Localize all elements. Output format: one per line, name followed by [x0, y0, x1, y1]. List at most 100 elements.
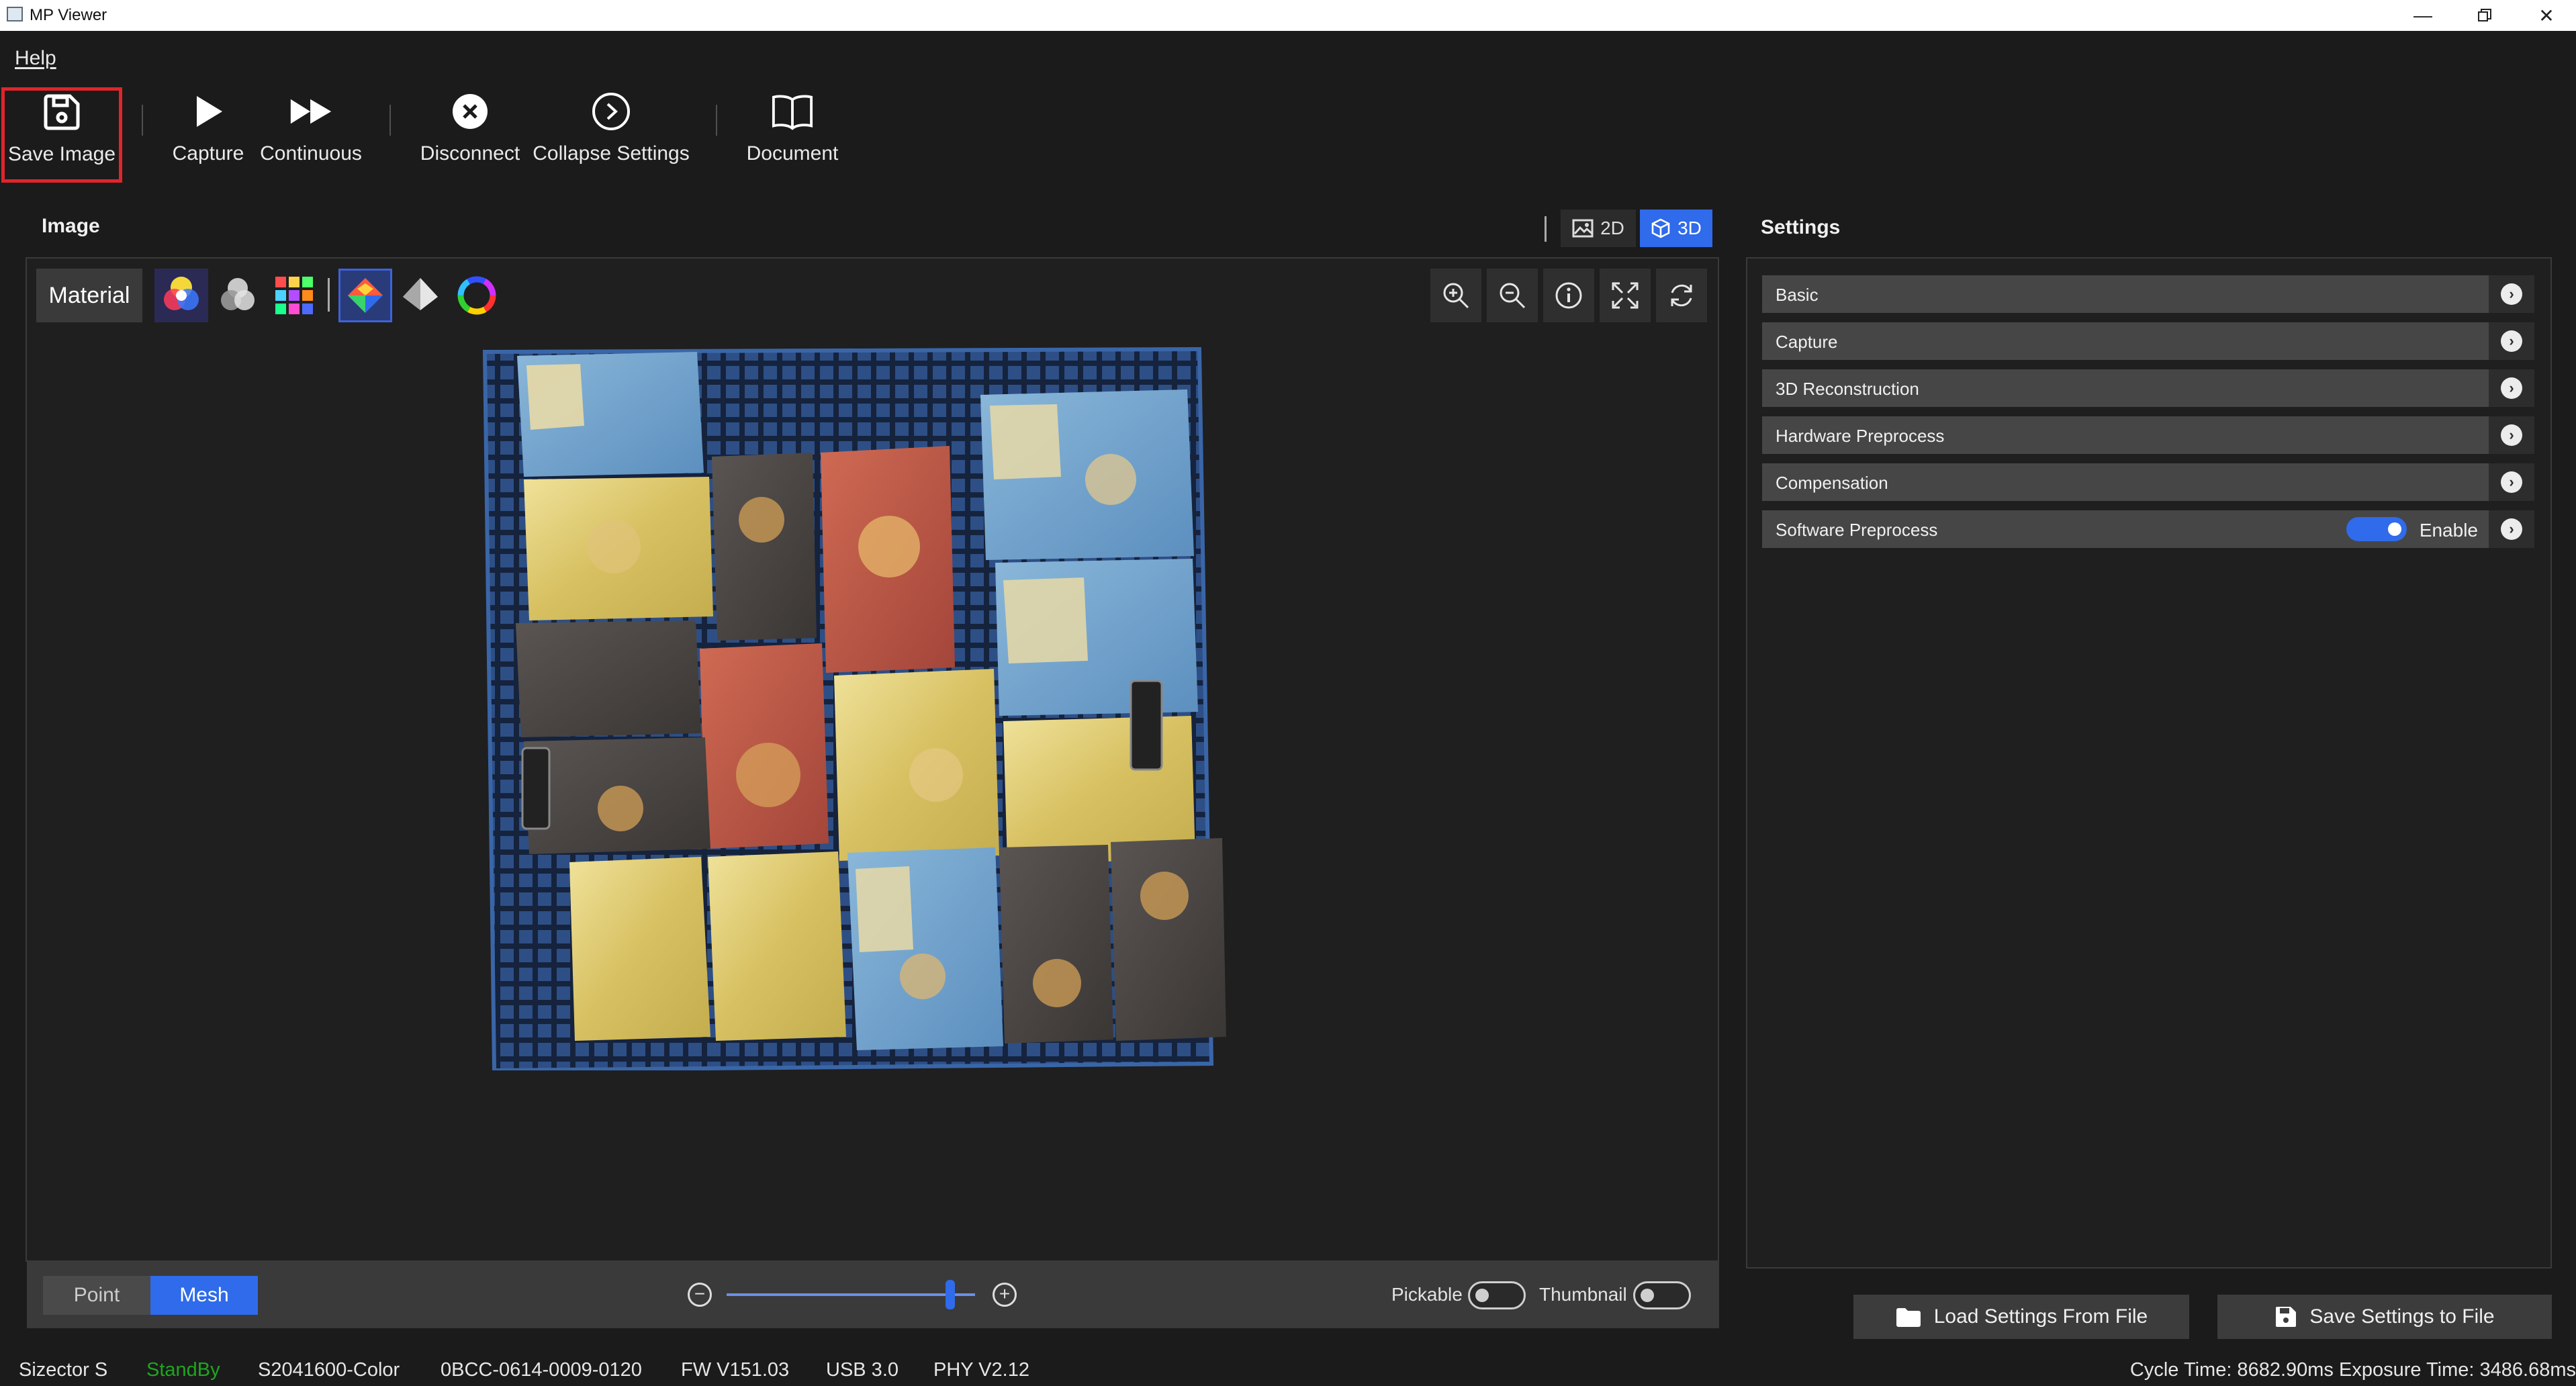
menu-bar: Help — [0, 31, 2576, 83]
reset-view-button[interactable] — [1656, 269, 1707, 322]
section-label: Compensation — [1776, 473, 1888, 493]
firmware-version: FW V151.03 — [681, 1359, 790, 1381]
chevron-right-icon: › — [2501, 471, 2522, 493]
status-bar: Sizector S StandBy S2041600-Color 0BCC-0… — [0, 1356, 2576, 1386]
image-icon — [1572, 219, 1594, 238]
settings-section-software-preprocess[interactable]: Software Preprocess Enable › — [1762, 510, 2534, 548]
expand-button[interactable]: › — [2489, 510, 2534, 548]
folder-icon — [1896, 1308, 1921, 1327]
material-button[interactable]: Material — [36, 269, 142, 322]
expand-button[interactable]: › — [2489, 322, 2534, 360]
disconnect-button[interactable]: Disconnect — [416, 90, 524, 184]
capture-button[interactable]: Capture — [169, 90, 247, 184]
device-model: S2041600-Color — [258, 1359, 400, 1381]
toolbar-divider — [142, 105, 143, 136]
point-size-slider[interactable] — [727, 1293, 975, 1296]
slider-plus-icon[interactable]: + — [993, 1283, 1017, 1307]
device-state: StandBy — [146, 1359, 220, 1381]
grayscale-mode-icon[interactable] — [211, 269, 265, 322]
load-settings-button[interactable]: Load Settings From File — [1853, 1295, 2189, 1339]
save-image-button[interactable]: Save Image — [1, 87, 122, 183]
thumbnail-toggle[interactable] — [1633, 1281, 1691, 1309]
zoom-out-icon — [1500, 283, 1526, 309]
app-icon — [7, 7, 23, 21]
settings-section-basic[interactable]: Basic › — [1762, 275, 2534, 313]
color-wheel-icon[interactable] — [450, 269, 504, 322]
toolbar-divider — [389, 105, 391, 136]
image-panel-title: Image — [42, 215, 100, 237]
main-toolbar: Save Image Capture Continuous Disconnect… — [0, 83, 2576, 184]
close-button[interactable]: ✕ — [2516, 0, 2576, 31]
timing-info: Cycle Time: 8682.90ms Exposure Time: 348… — [2129, 1359, 2576, 1381]
collapse-settings-label: Collapse Settings — [533, 142, 690, 165]
fit-view-button[interactable] — [1600, 269, 1651, 322]
shaded-mode-icon[interactable] — [394, 269, 447, 322]
enable-label: Enable — [2419, 520, 2478, 541]
texture-mode-icon[interactable] — [338, 269, 392, 322]
toolbar-divider — [716, 105, 717, 136]
chevron-right-icon: › — [2501, 283, 2522, 305]
color-mode-rgb-icon[interactable] — [154, 269, 208, 322]
color-grid-icon[interactable] — [267, 269, 321, 322]
settings-section-capture[interactable]: Capture › — [1762, 322, 2534, 360]
capture-label: Capture — [172, 142, 244, 165]
section-label: Basic — [1776, 285, 1819, 305]
expand-button[interactable]: › — [2489, 369, 2534, 407]
expand-button[interactable]: › — [2489, 463, 2534, 501]
continuous-button[interactable]: Continuous — [255, 90, 367, 184]
document-label: Document — [746, 142, 839, 165]
window-title: MP Viewer — [30, 6, 107, 24]
section-label: Hardware Preprocess — [1776, 426, 1945, 446]
settings-title: Settings — [1761, 216, 1841, 238]
view-3d-tab[interactable]: 3D — [1640, 210, 1712, 247]
load-settings-label: Load Settings From File — [1933, 1305, 2148, 1328]
info-button[interactable] — [1543, 269, 1594, 322]
settings-section-hardware-preprocess[interactable]: Hardware Preprocess › — [1762, 416, 2534, 454]
view-divider — [1545, 216, 1547, 242]
expand-icon — [1612, 282, 1639, 309]
save-settings-label: Save Settings to File — [2309, 1305, 2495, 1328]
minimize-button[interactable]: — — [2392, 0, 2454, 31]
section-label: 3D Reconstruction — [1776, 379, 1919, 399]
continuous-label: Continuous — [260, 142, 362, 165]
mesh-mode-button[interactable]: Mesh — [150, 1276, 258, 1315]
cube-icon — [1651, 218, 1670, 238]
expand-button[interactable]: › — [2489, 416, 2534, 454]
device-serial: 0BCC-0614-0009-0120 — [441, 1359, 642, 1381]
usb-version: USB 3.0 — [826, 1359, 899, 1381]
chevron-right-icon: › — [2501, 424, 2522, 446]
chevron-right-icon: › — [2501, 377, 2522, 399]
restore-button[interactable] — [2454, 0, 2516, 31]
view-3d-label: 3D — [1677, 218, 1702, 238]
document-button[interactable]: Document — [739, 90, 846, 184]
book-icon — [771, 90, 814, 133]
play-icon — [187, 90, 230, 133]
settings-panel — [1746, 257, 2552, 1268]
section-label: Software Preprocess — [1776, 520, 1938, 540]
save-icon — [40, 91, 83, 134]
save-icon — [2276, 1307, 2297, 1327]
pickable-label: Pickable — [1391, 1284, 1463, 1305]
save-image-label: Save Image — [7, 143, 116, 165]
chevron-right-icon: › — [2501, 518, 2522, 540]
title-bar: MP Viewer — ✕ — [0, 0, 2576, 31]
info-icon — [1555, 282, 1582, 309]
view-2d-label: 2D — [1600, 218, 1624, 238]
zoom-in-button[interactable] — [1430, 269, 1481, 322]
device-name: Sizector S — [19, 1359, 108, 1381]
fast-forward-icon — [289, 90, 332, 133]
settings-section-compensation[interactable]: Compensation › — [1762, 463, 2534, 501]
expand-button[interactable]: › — [2489, 275, 2534, 313]
pickable-toggle[interactable] — [1468, 1281, 1526, 1309]
menu-help[interactable]: Help — [15, 47, 56, 70]
save-settings-button[interactable]: Save Settings to File — [2217, 1295, 2552, 1339]
slider-minus-icon[interactable]: − — [688, 1283, 712, 1307]
slider-handle[interactable] — [946, 1280, 955, 1309]
software-preprocess-toggle[interactable] — [2346, 517, 2407, 541]
thumbnail-label: Thumbnail — [1539, 1284, 1627, 1305]
settings-section-3d-reconstruction[interactable]: 3D Reconstruction › — [1762, 369, 2534, 407]
view-2d-tab[interactable]: 2D — [1561, 210, 1636, 247]
point-mode-button[interactable]: Point — [43, 1276, 150, 1315]
zoom-out-button[interactable] — [1487, 269, 1538, 322]
collapse-settings-button[interactable]: Collapse Settings — [531, 90, 692, 184]
